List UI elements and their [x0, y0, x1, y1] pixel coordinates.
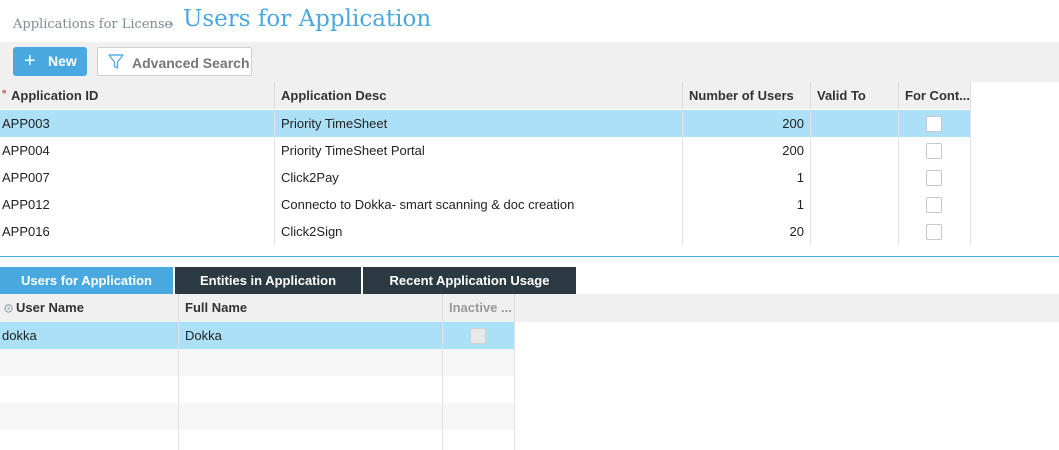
cell-application-desc[interactable]: Priority TimeSheet Portal [275, 137, 683, 164]
column-header-user-name[interactable]: User Name [0, 294, 179, 322]
key-icon [4, 304, 13, 313]
cell-application-desc[interactable]: Connecto to Dokka- smart scanning & doc … [275, 191, 683, 218]
advanced-search-button[interactable]: Advanced Search [97, 47, 252, 76]
new-button-label: New [48, 53, 77, 69]
for-cont-checkbox[interactable] [926, 143, 942, 159]
cell-valid-to[interactable] [811, 218, 899, 245]
tab-recent-application-usage[interactable]: Recent Application Usage [363, 267, 576, 294]
table-row[interactable]: dokka Dokka [0, 322, 515, 349]
for-cont-checkbox[interactable] [926, 197, 942, 213]
cell-number-of-users[interactable]: 20 [683, 218, 811, 245]
empty-row [0, 430, 515, 450]
cell-valid-to[interactable] [811, 110, 899, 137]
cell-application-id[interactable]: APP004 [0, 137, 275, 164]
column-header-application-desc[interactable]: Application Desc [275, 82, 683, 109]
sub-grid-header: User Name Full Name Inactive ... [0, 294, 515, 322]
required-icon: * [2, 88, 7, 100]
tab-entities-in-application[interactable]: Entities in Application [175, 267, 361, 294]
table-row[interactable]: APP004 Priority TimeSheet Portal 200 [0, 137, 971, 164]
column-header-full-name[interactable]: Full Name [179, 294, 443, 322]
table-row[interactable]: APP003 Priority TimeSheet 200 [0, 110, 971, 137]
table-row[interactable]: APP007 Click2Pay 1 [0, 164, 971, 191]
empty-cell [443, 430, 515, 450]
for-cont-checkbox[interactable] [926, 224, 942, 240]
column-header-inactive[interactable]: Inactive ... [443, 294, 515, 322]
empty-cell [179, 349, 443, 376]
breadcrumb-parent[interactable]: Applications for License [13, 17, 172, 32]
column-header-for-cont[interactable]: For Cont... [899, 82, 971, 109]
column-label: For Cont... [905, 88, 970, 103]
empty-cell [179, 376, 443, 403]
column-header-valid-to[interactable]: Valid To [811, 82, 899, 109]
cell-application-id[interactable]: APP007 [0, 164, 275, 191]
new-button[interactable]: + New [13, 47, 87, 76]
cell-for-cont [899, 110, 971, 137]
page-header: Applications for License › Users for App… [0, 0, 1059, 42]
cell-application-id[interactable]: APP016 [0, 218, 275, 245]
advanced-search-label: Advanced Search [132, 55, 250, 71]
cell-for-cont [899, 164, 971, 191]
table-row[interactable]: APP016 Click2Sign 20 [0, 218, 971, 245]
empty-cell [179, 430, 443, 450]
empty-cell [443, 349, 515, 376]
empty-cell [179, 403, 443, 430]
cell-for-cont [899, 191, 971, 218]
column-label: Application ID [11, 88, 99, 103]
funnel-icon [108, 54, 124, 69]
empty-cell [443, 376, 515, 403]
empty-row [0, 376, 515, 403]
empty-cell [0, 430, 179, 450]
toolbar: + New Advanced Search [0, 42, 1059, 82]
cell-number-of-users[interactable]: 200 [683, 110, 811, 137]
column-label: Inactive ... [449, 300, 512, 315]
plus-icon: + [24, 50, 36, 72]
empty-cell [0, 376, 179, 403]
cell-for-cont [899, 218, 971, 245]
cell-user-name[interactable]: dokka [0, 322, 179, 349]
users-grid: User Name Full Name Inactive ... dokka D… [0, 294, 515, 450]
cell-full-name[interactable]: Dokka [179, 322, 443, 349]
column-label: User Name [16, 300, 84, 315]
for-cont-checkbox[interactable] [926, 170, 942, 186]
column-header-application-id[interactable]: * Application ID [0, 82, 275, 109]
page-title: Users for Application [183, 6, 432, 32]
cell-application-id[interactable]: APP012 [0, 191, 275, 218]
cell-valid-to[interactable] [811, 164, 899, 191]
for-cont-checkbox[interactable] [926, 116, 942, 132]
cell-valid-to[interactable] [811, 137, 899, 164]
breadcrumb-separator: › [169, 15, 174, 31]
column-header-number-of-users[interactable]: Number of Users [683, 82, 811, 109]
cell-number-of-users[interactable]: 200 [683, 137, 811, 164]
empty-cell [0, 403, 179, 430]
cell-number-of-users[interactable]: 1 [683, 191, 811, 218]
cell-application-desc[interactable]: Click2Sign [275, 218, 683, 245]
cell-application-desc[interactable]: Click2Pay [275, 164, 683, 191]
cell-number-of-users[interactable]: 1 [683, 164, 811, 191]
cell-inactive [443, 322, 515, 349]
cell-for-cont [899, 137, 971, 164]
tab-users-for-application[interactable]: Users for Application [0, 267, 173, 294]
empty-row [0, 403, 515, 430]
column-label: Valid To [817, 88, 866, 103]
applications-grid: * Application ID Application Desc Number… [0, 82, 971, 246]
empty-row [0, 349, 515, 376]
table-row[interactable]: APP012 Connecto to Dokka- smart scanning… [0, 191, 971, 218]
column-label: Application Desc [281, 88, 387, 103]
inactive-checkbox[interactable] [470, 328, 486, 344]
cell-application-id[interactable]: APP003 [0, 110, 275, 137]
cell-application-desc[interactable]: Priority TimeSheet [275, 110, 683, 137]
grid-header: * Application ID Application Desc Number… [0, 82, 971, 109]
column-label: Full Name [185, 300, 248, 315]
cell-valid-to[interactable] [811, 191, 899, 218]
empty-cell [0, 349, 179, 376]
empty-cell [443, 403, 515, 430]
section-divider [0, 256, 1059, 257]
column-label: Number of Users [689, 88, 794, 103]
